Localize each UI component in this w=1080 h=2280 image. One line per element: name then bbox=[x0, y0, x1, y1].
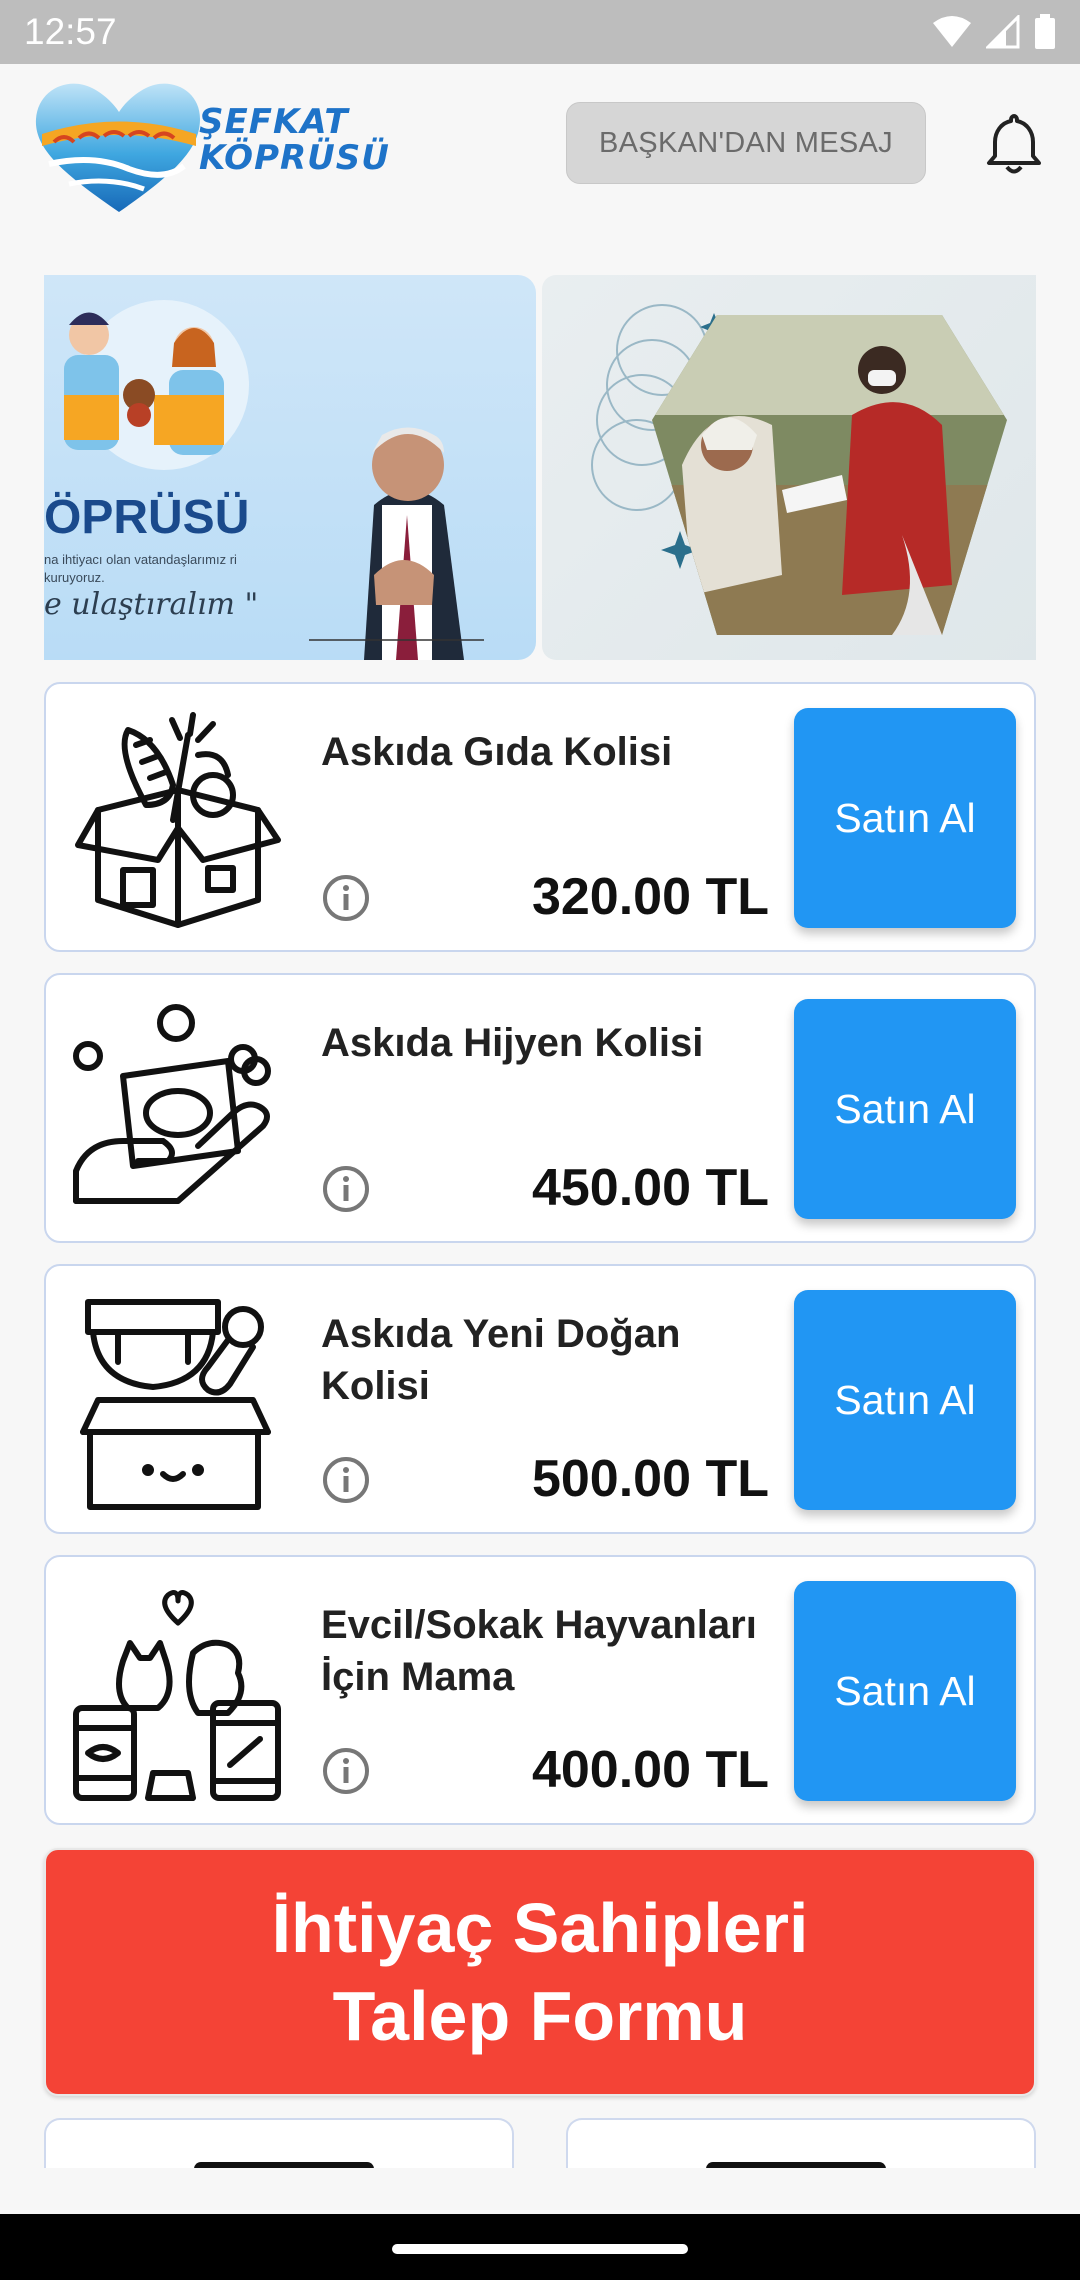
banner-subtitle: na ihtiyacı olan vatandaşlarımız ri kuru… bbox=[44, 552, 237, 585]
sefkat-koprusu-logo: ŞEFKAT KÖPRÜSÜ bbox=[34, 74, 389, 214]
product-card-food: Askıda Gıda Kolisi 320.00 TL Satın Al bbox=[44, 682, 1036, 952]
product-title: Askıda Hijyen Kolisi bbox=[321, 1021, 704, 1065]
bottom-card-left[interactable] bbox=[44, 2118, 514, 2168]
status-time: 12:57 bbox=[24, 11, 117, 52]
product-price: 400.00 TL bbox=[531, 1741, 769, 1799]
banner-carousel[interactable]: ÖPRÜSÜ na ihtiyacı olan vatandaşlarımız … bbox=[44, 275, 1036, 660]
product-price: 500.00 TL bbox=[531, 1450, 769, 1508]
logo-line2: KÖPRÜSÜ bbox=[199, 138, 390, 178]
banner-script: e ulaştıralım " bbox=[44, 587, 259, 622]
info-icon[interactable] bbox=[322, 1747, 370, 1795]
bottom-card-left-icon bbox=[194, 2162, 374, 2168]
newborn-box-icon bbox=[80, 1299, 271, 1510]
home-gesture-handle[interactable] bbox=[392, 2244, 688, 2254]
buy-button[interactable]: Satın Al bbox=[794, 1581, 1016, 1801]
product-price: 450.00 TL bbox=[531, 1159, 769, 1217]
heart-bridge-icon bbox=[35, 83, 200, 212]
info-icon[interactable] bbox=[322, 874, 370, 922]
request-form-label: İhtiyaç Sahipleri Talep Formu bbox=[272, 1884, 809, 2060]
product-title: Askıda Gıda Kolisi bbox=[321, 730, 673, 774]
banner-slide-photo[interactable] bbox=[542, 275, 1036, 660]
bottom-card-right[interactable] bbox=[566, 2118, 1036, 2168]
app-header: ŞEFKAT KÖPRÜSÜ BAŞKAN'DAN MESAJ bbox=[0, 64, 1080, 234]
status-bar: 12:57 bbox=[0, 0, 1080, 64]
wifi-icon bbox=[933, 16, 971, 47]
product-card-hygiene: Askıda Hijyen Kolisi 450.00 TL Satın Al bbox=[44, 973, 1036, 1243]
product-title: Askıda Yeni Doğan Kolisi bbox=[321, 1312, 681, 1408]
info-icon[interactable] bbox=[322, 1456, 370, 1504]
hygiene-hand-icon bbox=[73, 1004, 271, 1204]
banner-slide-campaign[interactable]: ÖPRÜSÜ na ihtiyacı olan vatandaşlarımız … bbox=[44, 275, 536, 660]
signal-icon bbox=[986, 15, 1020, 49]
buy-button[interactable]: Satın Al bbox=[794, 999, 1016, 1219]
product-price: 320.00 TL bbox=[531, 868, 769, 926]
logo-line1: ŞEFKAT bbox=[199, 102, 349, 142]
logo-text: ŞEFKAT KÖPRÜSÜ bbox=[199, 104, 390, 176]
food-box-icon bbox=[75, 712, 281, 928]
banner-title: ÖPRÜSÜ bbox=[44, 491, 250, 544]
pet-food-icon bbox=[73, 1590, 281, 1801]
system-nav-bar bbox=[0, 2214, 1080, 2280]
request-form-line1: İhtiyaç Sahipleri bbox=[271, 1889, 809, 1967]
product-title: Evcil/Sokak Hayvanları İçin Mama bbox=[321, 1603, 757, 1699]
buy-button[interactable]: Satın Al bbox=[794, 708, 1016, 928]
volunteer-photo bbox=[591, 304, 1007, 635]
bell-icon[interactable] bbox=[984, 112, 1044, 176]
info-icon[interactable] bbox=[322, 1165, 370, 1213]
request-form-line2: Talep Formu bbox=[332, 1977, 748, 2055]
request-form-button[interactable]: İhtiyaç Sahipleri Talep Formu bbox=[44, 1848, 1036, 2096]
bottom-card-right-icon bbox=[706, 2162, 886, 2168]
president-message-button[interactable]: BAŞKAN'DAN MESAJ bbox=[566, 102, 926, 184]
battery-icon bbox=[1035, 14, 1055, 49]
buy-button[interactable]: Satın Al bbox=[794, 1290, 1016, 1510]
product-card-newborn: Askıda Yeni Doğan Kolisi 500.00 TL Satın… bbox=[44, 1264, 1036, 1534]
product-card-pet-food: Evcil/Sokak Hayvanları İçin Mama 400.00 … bbox=[44, 1555, 1036, 1825]
status-icons bbox=[932, 14, 1056, 50]
